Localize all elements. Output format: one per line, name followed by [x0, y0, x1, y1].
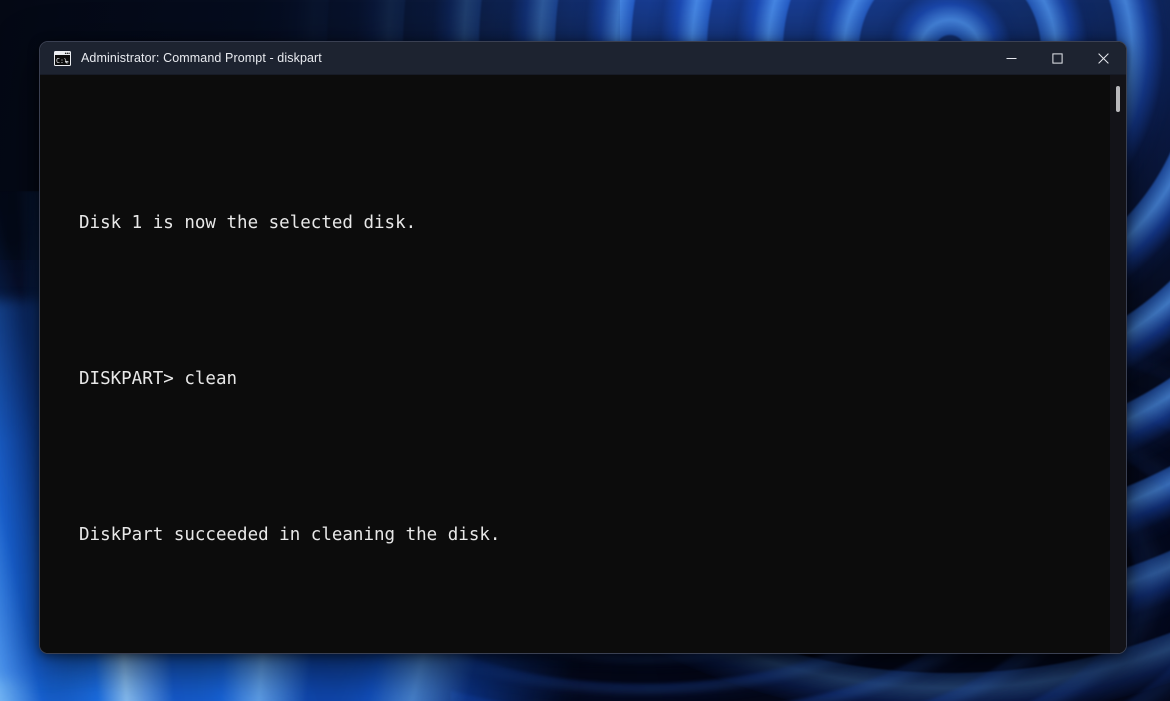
console-output-area[interactable]: Disk 1 is now the selected disk. DISKPAR…: [40, 75, 1126, 653]
console-line-text: DISKPART> clean: [79, 369, 238, 389]
console-line: DISKPART> clean: [79, 353, 743, 405]
minimize-button[interactable]: [988, 42, 1034, 75]
desktop-background: C:\ Administrator: Command Prompt - disk…: [0, 0, 1170, 701]
console-line-text: DiskPart succeeded in cleaning the disk.: [79, 525, 501, 545]
window-controls: [988, 42, 1126, 75]
command-prompt-window[interactable]: C:\ Administrator: Command Prompt - disk…: [39, 41, 1127, 654]
console-scrollbar[interactable]: [1110, 75, 1126, 653]
window-titlebar[interactable]: C:\ Administrator: Command Prompt - disk…: [40, 42, 1126, 75]
svg-text:C:\: C:\: [56, 56, 68, 64]
console-line: Disk 1 is now the selected disk.: [79, 197, 743, 249]
console-text: Disk 1 is now the selected disk. DISKPAR…: [79, 93, 743, 653]
window-title: Administrator: Command Prompt - diskpart: [81, 51, 322, 65]
scrollbar-thumb[interactable]: [1116, 86, 1120, 112]
command-prompt-icon: C:\: [54, 50, 71, 66]
console-line: DiskPart succeeded in cleaning the disk.: [79, 509, 743, 561]
console-line-text: Disk 1 is now the selected disk.: [79, 213, 417, 233]
close-button[interactable]: [1080, 42, 1126, 75]
maximize-button[interactable]: [1034, 42, 1080, 75]
